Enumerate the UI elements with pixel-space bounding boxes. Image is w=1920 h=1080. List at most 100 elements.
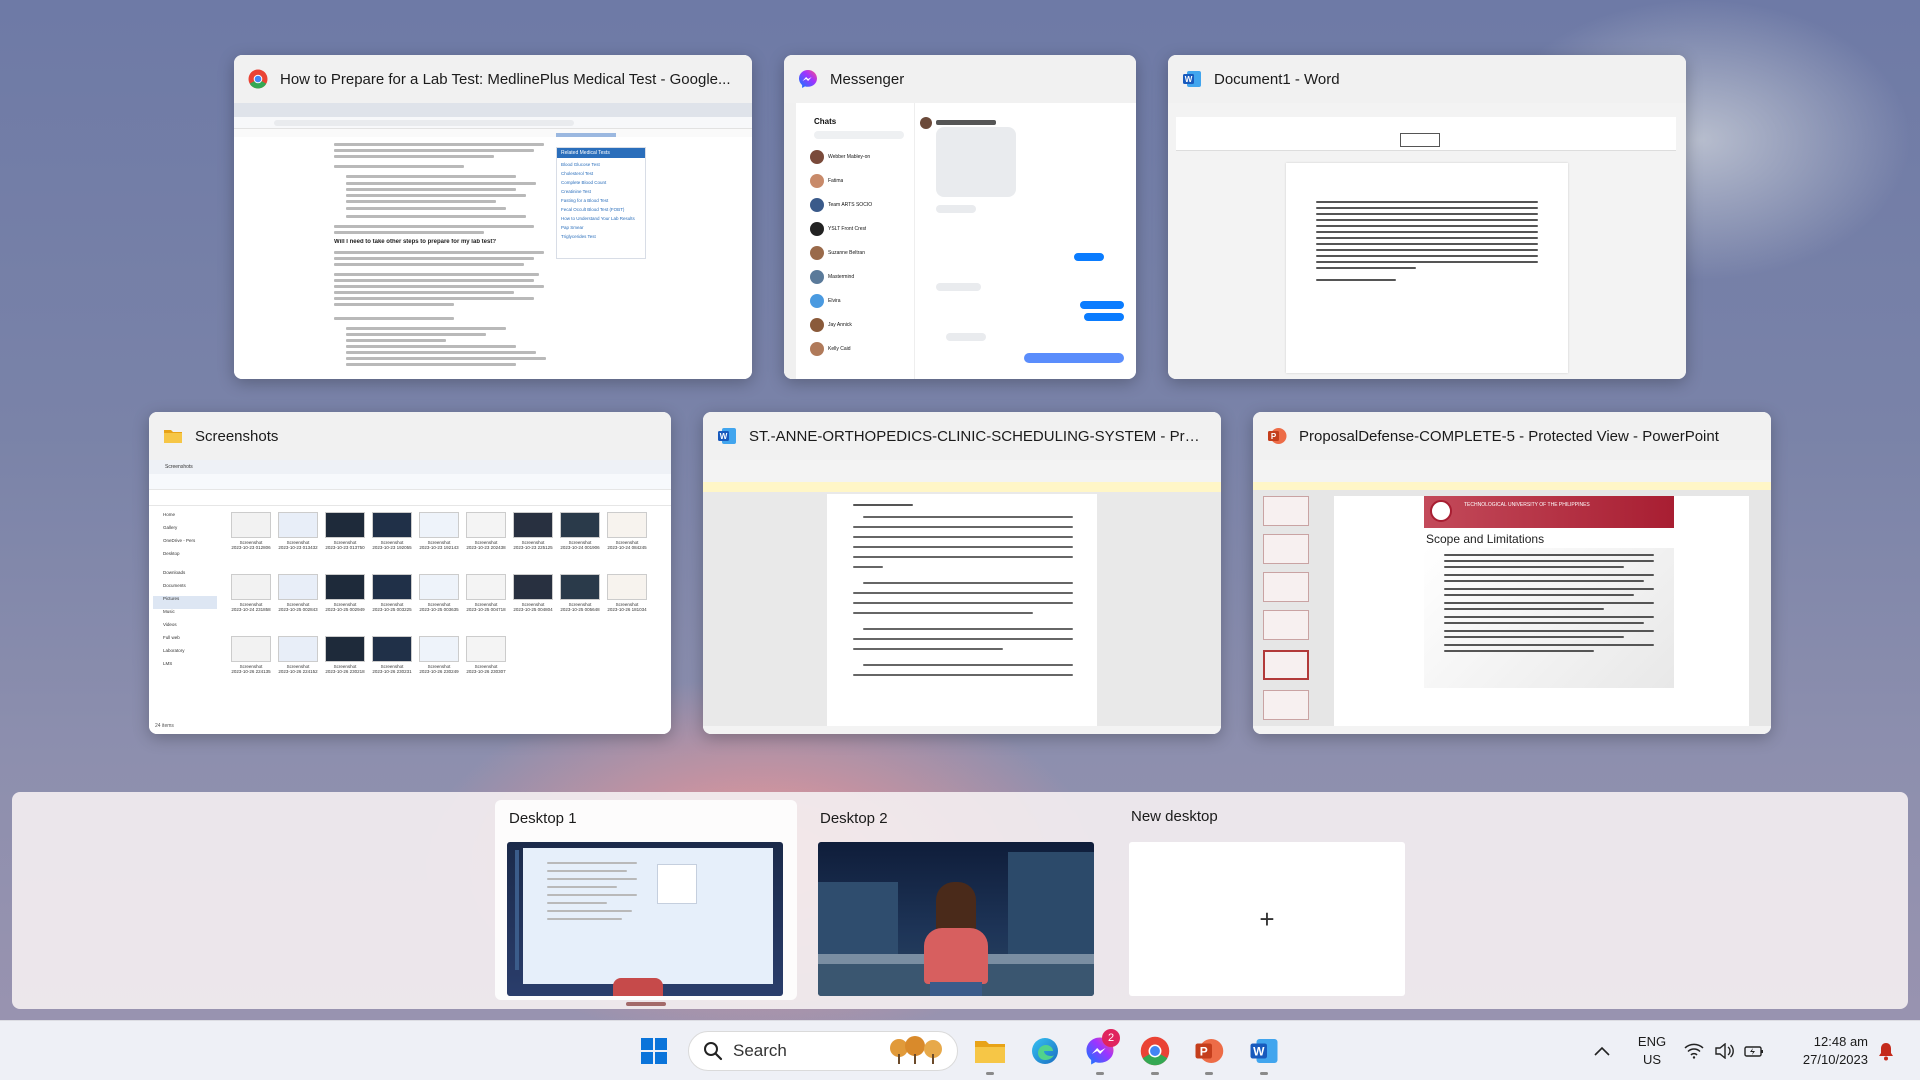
window-header: Screenshots [149,412,671,460]
taskbar-messenger[interactable]: 2 [1080,1029,1120,1075]
file-thumbnail[interactable]: Screenshot 2023-10-26 230307 [464,636,508,696]
related-test-link[interactable]: Creatinine Test [561,187,641,196]
quick-settings-button[interactable] [1684,1041,1764,1061]
file-thumbnail[interactable]: Screenshot 2023-10-23 192143 [417,512,461,572]
related-test-link[interactable]: Complete Blood Count [561,178,641,187]
chat-list-item[interactable]: Team ARTS SOCIO [810,193,910,217]
related-test-link[interactable]: Cholesterol Test [561,169,641,178]
avatar [810,294,824,308]
new-desktop-button[interactable]: + [1129,842,1405,996]
nav-item[interactable]: Music [153,609,217,622]
file-thumbnail[interactable]: Screenshot 2023-10-26 224152 [276,636,320,696]
related-test-link[interactable]: Triglycerides Test [561,232,641,241]
show-hidden-icons-button[interactable] [1582,1031,1622,1071]
file-thumbnail[interactable]: Screenshot 2023-10-25 003635 [417,574,461,634]
file-thumbnail[interactable]: Screenshot 2023-10-23 013750 [323,512,367,572]
chat-list-item[interactable]: Jay Annick [810,313,910,337]
window-card-word-document1[interactable]: W Document1 - Word [1168,55,1686,379]
nav-item[interactable]: Gallery [153,525,217,538]
file-name: 2023-10-25 005648 [560,607,600,612]
desktop-1[interactable]: Desktop 1 [495,800,797,1006]
file-thumbnail[interactable]: Screenshot 2023-10-25 005648 [558,574,602,634]
avatar [810,222,824,236]
chat-name: Elvira [828,298,841,304]
active-desktop-indicator [626,1002,666,1006]
nav-item[interactable]: Full web [153,635,217,648]
chat-list-item[interactable]: Suzanne Beltran [810,241,910,265]
related-test-link[interactable]: Fecal Occult Blood Test (FOBT) [561,205,641,214]
file-thumbnail[interactable]: Screenshot 2023-10-26 224135 [229,636,273,696]
chat-list-item[interactable]: Fatima [810,169,910,193]
nav-item[interactable]: Downloads [153,570,217,583]
language-indicator[interactable]: ENG US [1636,1033,1668,1069]
window-card-powerpoint[interactable]: P ProposalDefense-COMPLETE-5 - Protected… [1253,412,1771,734]
file-thumbnail[interactable]: Screenshot 2023-10-25 004804 [511,574,555,634]
window-card-messenger[interactable]: Messenger Chats Webber Mabley-on Fatima Te… [784,55,1136,379]
nav-item[interactable]: Videos [153,622,217,635]
taskbar-explorer[interactable] [970,1031,1010,1075]
notifications-button[interactable] [1866,1031,1906,1071]
taskbar-powerpoint[interactable]: P [1189,1031,1229,1075]
file-preview [325,636,365,662]
file-thumbnail[interactable]: Screenshot 2023-10-23 013432 [276,512,320,572]
chat-list-item[interactable]: Kelly Caid [810,337,910,361]
window-card-chrome[interactable]: How to Prepare for a Lab Test: MedlinePl… [234,55,752,379]
nav-item[interactable]: LMS [153,661,217,674]
desktop-2[interactable]: Desktop 2 [806,800,1108,1000]
file-thumbnail[interactable]: Screenshot 2023-10-26 230218 [323,636,367,696]
file-preview [560,574,600,600]
slide-title: Scope and Limitations [1426,532,1545,546]
word-icon: W [1250,1039,1278,1063]
file-thumbnail[interactable]: Screenshot 2023-10-23 225125 [511,512,555,572]
file-name: 2023-10-23 013750 [325,545,365,550]
file-thumbnail[interactable]: Screenshot 2023-10-26 181034 [605,574,649,634]
taskbar-chrome[interactable] [1135,1031,1175,1075]
file-thumbnail[interactable]: Screenshot 2023-10-25 002843 [276,574,320,634]
file-thumbnail[interactable]: Screenshot 2023-10-24 084245 [605,512,649,572]
file-preview [325,574,365,600]
related-test-link[interactable]: How to Understand Your Lab Results [561,214,641,223]
file-thumbnail[interactable]: Screenshot 2023-10-24 001906 [558,512,602,572]
file-preview [607,512,647,538]
related-test-link[interactable]: Pap Smear [561,223,641,232]
file-name: 2023-10-26 181034 [607,607,647,612]
bell-icon [1879,1043,1893,1061]
nav-item[interactable]: Documents [153,583,217,596]
nav-item[interactable]: Laboratory [153,648,217,661]
avatar [810,246,824,260]
chat-list-item[interactable]: YSLT Front Crest [810,217,910,241]
file-thumbnail[interactable]: Screenshot 2023-10-26 230231 [370,636,414,696]
related-tests-heading: Related Medical Tests [557,148,645,158]
related-test-link[interactable]: Blood Glucose Test [561,160,641,169]
clock[interactable]: 12:48 am 27/10/2023 [1784,1033,1868,1069]
file-thumbnail[interactable]: Screenshot 2023-10-26 230249 [417,636,461,696]
file-thumbnail[interactable]: Screenshot 2023-10-25 002949 [323,574,367,634]
file-thumbnail[interactable]: Screenshot 2023-10-23 202438 [464,512,508,572]
chat-list-item[interactable]: Mastermind [810,265,910,289]
nav-item[interactable]: Pictures [153,596,217,609]
taskbar-edge[interactable] [1025,1031,1065,1071]
chat-name: Webber Mabley-on [828,154,871,160]
chat-list-item[interactable]: Elvira [810,289,910,313]
related-test-link[interactable]: Fasting for a Blood Test [561,196,641,205]
window-title: ProposalDefense-COMPLETE-5 - Protected V… [1299,427,1719,445]
start-button[interactable] [634,1031,674,1071]
window-header: Messenger [784,55,1136,103]
window-title: How to Prepare for a Lab Test: MedlinePl… [280,70,731,88]
window-card-explorer[interactable]: Screenshots Screenshots Home Gallery OneDr… [149,412,671,734]
file-thumbnail[interactable]: Screenshot 2023-10-24 231858 [229,574,273,634]
file-thumbnail[interactable]: Screenshot 2023-10-25 003225 [370,574,414,634]
nav-item[interactable]: OneDrive - Pers [153,538,217,551]
nav-item[interactable]: Home [153,512,217,525]
taskbar-word[interactable]: W [1244,1031,1284,1075]
file-thumbnail[interactable]: Screenshot 2023-10-25 004718 [464,574,508,634]
file-preview [466,512,506,538]
file-thumbnail[interactable]: Screenshot 2023-10-23 012806 [229,512,273,572]
taskbar-search[interactable]: Search [688,1031,958,1071]
chat-list-item[interactable]: Webber Mabley-on [810,145,910,169]
window-thumbnail [703,460,1221,734]
nav-item[interactable]: Desktop [153,551,217,570]
file-thumbnail[interactable]: Screenshot 2023-10-23 192055 [370,512,414,572]
window-card-word-orthopedics[interactable]: W ST.-ANNE-ORTHOPEDICS-CLINIC-SCHEDULING… [703,412,1221,734]
new-desktop[interactable]: New desktop + [1117,800,1419,1000]
